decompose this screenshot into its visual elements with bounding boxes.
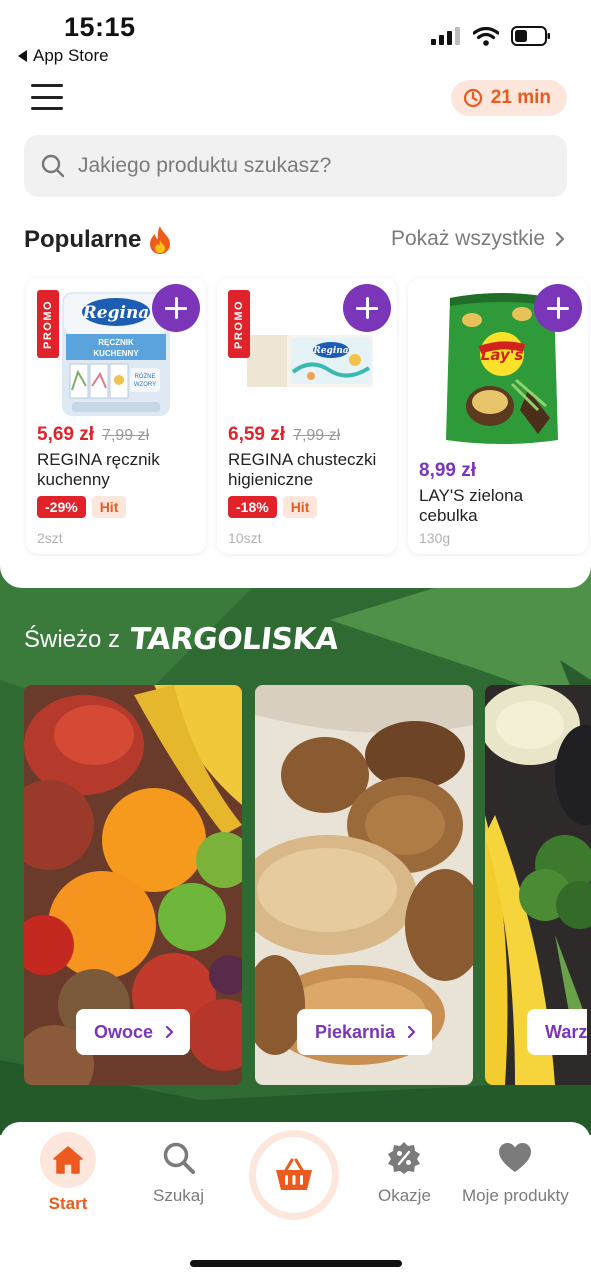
price-row: 5,69 zł 7,99 zł [37,424,149,446]
clock-icon [463,88,482,108]
category-button-owoce[interactable]: Owoce [76,1009,191,1055]
bottom-safe-area [0,1232,591,1280]
svg-text:RÓŻNE: RÓŻNE [135,373,156,380]
fire-icon [150,226,171,254]
product-name: REGINA chusteczki higieniczne [228,450,377,489]
add-to-cart-button[interactable] [343,284,391,332]
product-badges: -29% Hit [37,496,127,518]
category-tile-warzywa[interactable]: Warz [485,685,591,1085]
nav-search[interactable]: Szukaj [153,1140,204,1206]
promo-tag: PROMO [37,290,59,358]
app-header: 21 min [0,72,591,132]
product-name: REGINA ręcznik kuchenny [37,450,160,489]
targoliska-logo: TARGOLISKA [128,622,340,657]
price-row: 8,99 zł [419,460,476,482]
fresh-title: Świeżo z TARGOLISKA [24,622,340,657]
discount-badge: -18% [228,496,277,518]
bottom-navigation: Start Szukaj Okazje Moje produkty [0,1122,591,1232]
category-button-piekarnia[interactable]: Piekarnia [297,1009,433,1055]
add-to-cart-button[interactable] [152,284,200,332]
chevron-right-icon [165,1025,174,1039]
nav-start[interactable]: Start [40,1132,96,1214]
price-row: 6,59 zł 7,99 zł [228,424,340,446]
hamburger-menu-icon[interactable] [31,84,63,110]
product-price: 6,59 zł [228,424,286,445]
status-icons [431,26,551,46]
chevron-right-icon [407,1025,416,1039]
svg-text:KUCHENNY: KUCHENNY [93,349,139,358]
svg-text:WZORY: WZORY [134,382,156,388]
add-to-cart-button[interactable] [534,284,582,332]
category-button-warzywa[interactable]: Warz [527,1009,588,1055]
product-badges: -18% Hit [228,496,318,518]
product-old-price: 7,99 zł [102,427,150,444]
search-icon [163,1142,195,1174]
product-card[interactable]: Regina RĘCZNIK KUCHENNY RÓŻNE WZORY PROM… [26,278,206,554]
hit-badge: Hit [282,496,318,518]
product-quantity: 130g [419,530,451,546]
svg-text:Regina: Regina [312,346,348,356]
heart-icon [499,1143,532,1172]
category-tile-owoce[interactable]: Owoce [24,685,242,1085]
promo-tag: PROMO [228,290,250,358]
chevron-right-icon [555,231,565,247]
search-placeholder: Jakiego produktu szukasz? [78,154,332,177]
category-tile-piekarnia[interactable]: Piekarnia [255,685,473,1085]
back-to-app-link[interactable]: App Store [18,46,109,66]
wifi-icon [473,26,499,46]
product-quantity: 10szt [228,530,262,546]
nav-deals[interactable]: Okazje [378,1140,431,1206]
product-price: 5,69 zł [37,424,95,445]
show-all-link[interactable]: Pokaż wszystkie [391,227,565,251]
delivery-eta-badge[interactable]: 21 min [450,80,567,116]
product-price: 8,99 zł [419,460,477,481]
discount-badge: -29% [37,496,86,518]
product-old-price: 7,99 zł [293,427,341,444]
product-quantity: 2szt [37,530,63,546]
nav-my-products-label: Moje produkty [462,1186,569,1205]
back-app-label: App Store [33,46,109,65]
basket-icon [276,1158,312,1190]
hit-badge: Hit [91,496,127,518]
nav-start-label: Start [48,1194,88,1213]
back-arrow-icon [18,50,27,62]
home-indicator[interactable] [190,1260,402,1267]
status-time: 15:15 [64,12,136,42]
svg-text:RĘCZNIK: RĘCZNIK [98,338,134,347]
product-card[interactable]: Regina PROMO 6,59 zł 7,99 zł REGINA chus… [217,278,397,554]
home-icon [53,1146,83,1174]
search-icon [41,154,65,178]
nav-deals-label: Okazje [378,1186,431,1205]
eta-text: 21 min [490,87,551,108]
product-name: LAY'S zielona cebulka [419,486,524,525]
home-icon-bg [40,1132,96,1188]
fresh-section: Świeżo z TARGOLISKA Owoce Piekarnia Warz [0,560,591,1135]
search-input[interactable]: Jakiego produktu szukasz? [24,135,567,197]
signal-icon [431,27,460,45]
nav-search-label: Szukaj [153,1186,205,1205]
popular-title: Popularne [24,225,173,255]
status-bar: 15:15 App Store [0,0,591,72]
cart-button[interactable] [249,1130,339,1220]
svg-text:Regina: Regina [82,303,150,323]
discount-seal-icon [388,1142,421,1174]
nav-my-products[interactable]: Moje produkty [462,1140,569,1206]
popular-section: Popularne Pokaż wszystkie Regina RĘCZNIK… [0,200,591,588]
battery-icon [511,26,550,46]
product-card[interactable]: Lay's 8,99 zł LAY'S zielona cebulka 130g [408,278,588,554]
svg-text:Lay's: Lay's [481,346,524,364]
